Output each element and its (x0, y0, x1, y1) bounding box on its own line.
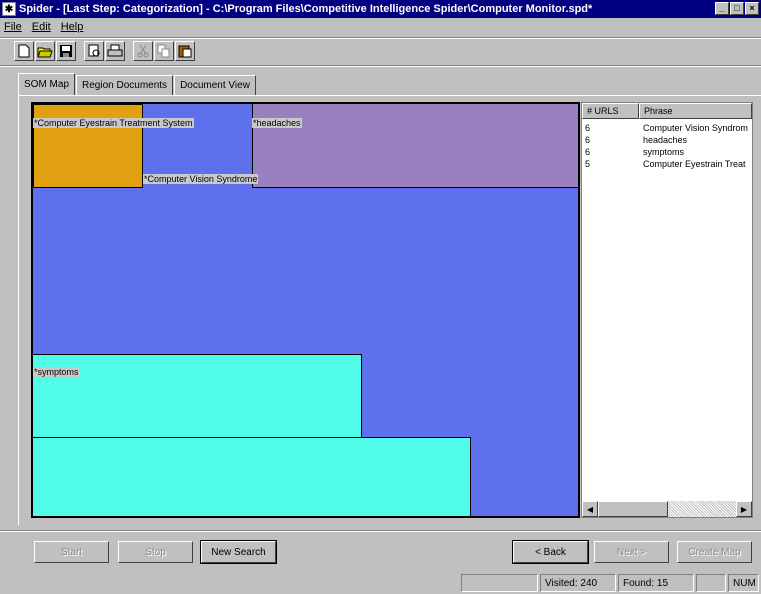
tab-som-map[interactable]: SOM Map (18, 73, 76, 95)
list-item[interactable]: 6 Computer Vision Syndrom (582, 122, 752, 134)
window-title: Spider - [Last Step: Categorization] - C… (19, 3, 593, 15)
back-button[interactable]: < Back (512, 540, 589, 564)
scroll-track[interactable] (668, 501, 736, 517)
menu-bar: File Edit Help (0, 18, 761, 36)
menu-file[interactable]: File (4, 21, 22, 33)
list-item[interactable]: 5 Computer Eyestrain Treat (582, 158, 752, 170)
tab-strip: SOM Map Region Documents Document View (18, 73, 257, 95)
cut-icon[interactable] (133, 41, 153, 61)
column-header-urls[interactable]: # URLS (582, 103, 639, 119)
print-icon[interactable] (105, 41, 125, 61)
region-label-headaches: *headaches (252, 118, 302, 128)
save-icon[interactable] (56, 41, 76, 61)
horizontal-scrollbar[interactable]: ◀ ▶ (582, 501, 752, 517)
print-preview-icon[interactable] (84, 41, 104, 61)
region-label-vision-syndrome: *Computer Vision Syndrome (143, 174, 259, 184)
new-file-icon[interactable] (14, 41, 34, 61)
menu-help[interactable]: Help (61, 21, 84, 33)
title-bar[interactable]: ✱ Spider - [Last Step: Categorization] -… (0, 0, 761, 18)
paste-icon[interactable] (175, 41, 195, 61)
list-item[interactable]: 6 headaches (582, 134, 752, 146)
close-button[interactable]: × (745, 2, 759, 15)
toolbar-separator (0, 65, 761, 67)
status-pane-blank (696, 574, 726, 592)
bottom-separator (0, 530, 761, 532)
menu-edit[interactable]: Edit (32, 21, 51, 33)
maximize-button[interactable]: □ (730, 2, 744, 15)
region-headaches[interactable] (252, 104, 578, 188)
create-map-button[interactable]: Create Map (677, 541, 752, 563)
minimize-button[interactable]: _ (715, 2, 729, 15)
list-item[interactable]: 6 symptoms (582, 146, 752, 158)
region-label-symptoms: *symptoms (33, 367, 80, 377)
status-pane-empty (461, 574, 538, 592)
menu-separator (0, 37, 761, 39)
region-computer-eyestrain[interactable] (33, 104, 143, 188)
tab-region-documents[interactable]: Region Documents (76, 75, 174, 95)
scroll-right-icon[interactable]: ▶ (736, 501, 752, 517)
region-label-eyestrain: *Computer Eyestrain Treatment System (33, 118, 194, 128)
start-button[interactable]: Start (34, 541, 109, 563)
column-header-phrase[interactable]: Phrase (639, 103, 752, 119)
status-visited: Visited: 240 (540, 574, 616, 592)
status-num: NUM (728, 574, 759, 592)
som-map[interactable]: *Computer Eyestrain Treatment System *Co… (31, 102, 580, 518)
spider-app-icon[interactable]: ✱ (2, 2, 16, 16)
phrase-list[interactable]: # URLS Phrase 6 Computer Vision Syndrom … (581, 102, 753, 518)
copy-icon[interactable] (154, 41, 174, 61)
new-search-button[interactable]: New Search (200, 540, 277, 564)
toolbar (14, 40, 195, 62)
stop-button[interactable]: Stop (118, 541, 193, 563)
region-symptoms-fill (33, 438, 362, 448)
status-found: Found: 15 (618, 574, 694, 592)
next-button[interactable]: Next > (594, 541, 669, 563)
tab-document-view[interactable]: Document View (174, 75, 256, 95)
region-symptoms-extension[interactable] (33, 437, 471, 516)
scroll-thumb[interactable] (598, 501, 668, 517)
scroll-left-icon[interactable]: ◀ (582, 501, 598, 517)
open-folder-icon[interactable] (35, 41, 55, 61)
